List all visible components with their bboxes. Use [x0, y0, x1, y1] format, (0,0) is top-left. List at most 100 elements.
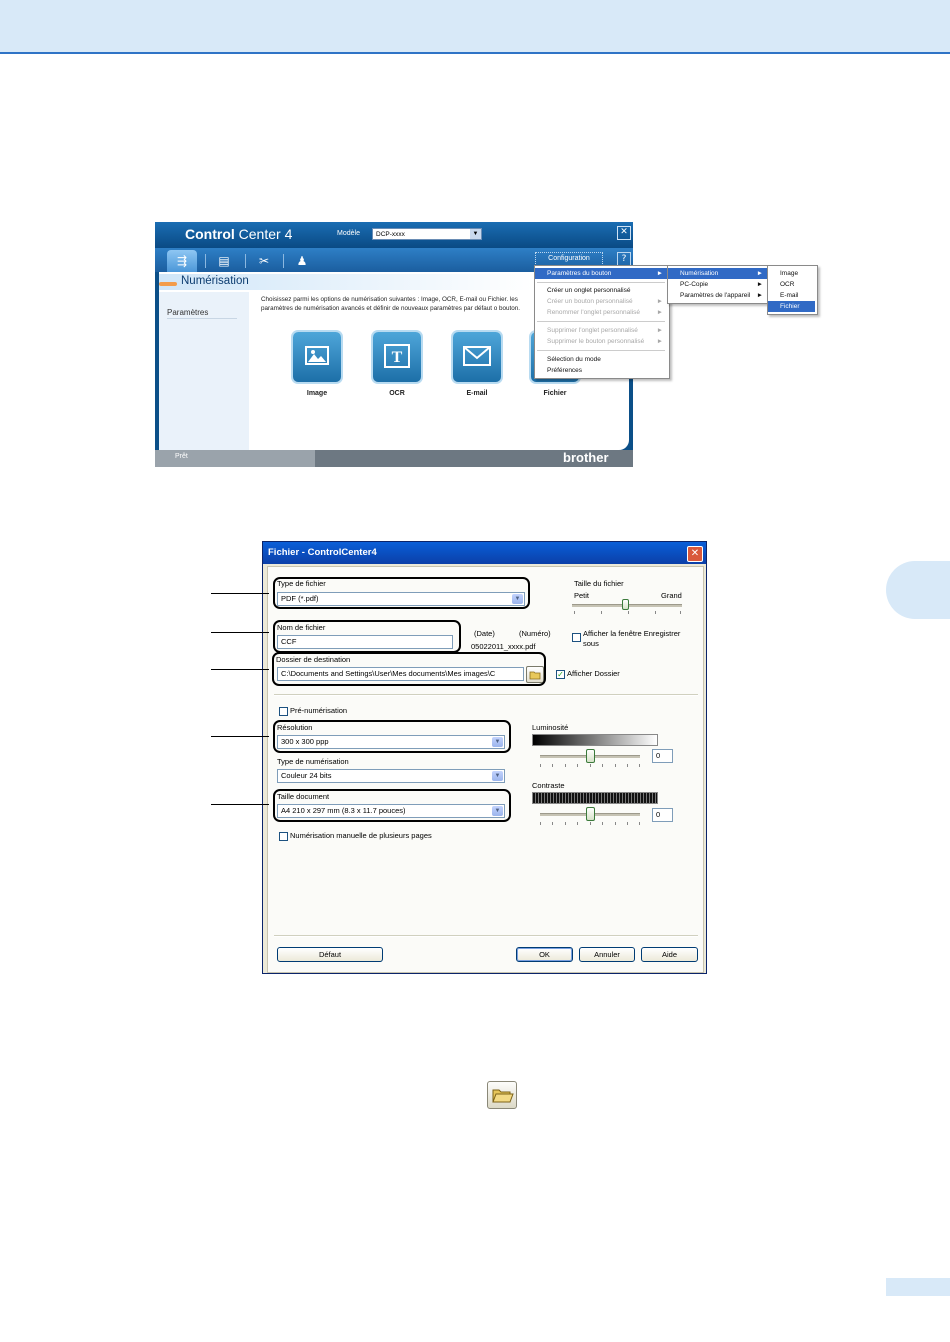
close-icon: ✕	[690, 548, 700, 559]
default-button[interactable]: Défaut	[277, 947, 383, 962]
menu-item-email[interactable]: E-mail	[768, 290, 815, 301]
tab-support[interactable]: ♟	[287, 250, 317, 272]
section-marker	[159, 282, 177, 286]
scan-ocr-button[interactable]: T	[373, 332, 421, 382]
help-button[interactable]: ?	[617, 252, 631, 266]
menu-separator	[537, 282, 665, 283]
button-divider	[274, 935, 698, 937]
show-folder-label: Afficher Dossier	[567, 669, 620, 678]
brightness-value-input[interactable]: 0	[652, 749, 673, 763]
page-number-tab	[886, 1278, 950, 1296]
model-label: Modèle	[337, 230, 360, 237]
contrast-slider[interactable]	[586, 807, 595, 821]
brightness-ticks	[540, 764, 640, 768]
close-button[interactable]: ✕	[687, 546, 703, 562]
callout-line	[211, 804, 269, 805]
folder-browse-icon	[492, 1089, 514, 1103]
scan-type-select[interactable]: Couleur 24 bits ▼	[277, 769, 505, 783]
menu-separator	[537, 350, 665, 351]
ok-button[interactable]: OK	[516, 947, 573, 962]
file-name-preview: 05022011_xxxx.pdf	[471, 642, 536, 651]
brand-logo: brother	[563, 450, 609, 465]
contrast-value-input[interactable]: 0	[652, 808, 673, 822]
menu-item-preferences[interactable]: Préférences	[535, 365, 667, 376]
menu-separator	[537, 321, 665, 322]
tab-divider	[245, 254, 246, 268]
close-button[interactable]: ✕	[617, 226, 631, 240]
file-size-slider[interactable]	[622, 599, 629, 610]
menu-item-file[interactable]: Fichier	[768, 301, 815, 312]
file-size-small-label: Petit	[574, 591, 590, 600]
menu-item-scan[interactable]: Numérisation ►	[668, 268, 767, 279]
menu-item-delete-tab[interactable]: Supprimer l'onglet personnalisé ►	[535, 325, 667, 336]
page-header-band	[0, 0, 950, 54]
file-size-ticks	[572, 611, 682, 615]
chevron-down-icon: ▼	[470, 229, 481, 239]
menu-item-rename-tab[interactable]: Renommer l'onglet personnalisé ►	[535, 307, 667, 318]
prescan-checkbox[interactable]	[279, 707, 288, 716]
tab-scan[interactable]: ⇶	[167, 250, 197, 272]
dialog-body: Type de fichier PDF (*.pdf) ▼ Taille du f…	[267, 566, 704, 973]
file-size-label: Taille du fichier	[574, 579, 624, 588]
brightness-label: Luminosité	[532, 723, 569, 732]
submenu-arrow-icon: ►	[756, 292, 763, 299]
date-label: (Date)	[474, 629, 495, 638]
person-icon: ♟	[296, 254, 308, 268]
brightness-slider[interactable]	[586, 749, 595, 763]
model-select[interactable]: DCP-xxxx ▼	[372, 228, 482, 240]
submenu-arrow-icon: ►	[656, 270, 663, 277]
folder-icon-illustration	[487, 1081, 517, 1109]
submenu-arrow-icon: ►	[656, 327, 663, 334]
help-button[interactable]: Aide	[641, 947, 698, 962]
tab-device-settings[interactable]: ✂	[249, 250, 279, 272]
submenu-arrow-icon: ►	[756, 281, 763, 288]
scanner-icon: ⇶	[176, 254, 188, 268]
menu-item-ocr[interactable]: OCR	[768, 279, 815, 290]
file-size-large-label: Grand	[661, 591, 682, 600]
submenu-arrow-icon: ►	[656, 298, 663, 305]
manual-multipage-label: Numérisation manuelle de plusieurs pages	[290, 831, 432, 840]
contrast-ticks	[540, 822, 640, 826]
callout-highlight	[272, 652, 546, 686]
menu-item-pc-copy[interactable]: PC-Copie ►	[668, 279, 767, 290]
show-save-as-checkbox[interactable]	[572, 633, 581, 642]
cancel-button[interactable]: Annuler	[579, 947, 635, 962]
scan-email-button[interactable]	[453, 332, 501, 382]
scan-image-button[interactable]	[293, 332, 341, 382]
file-settings-dialog: Fichier - ControlCenter4 ✕ Type de fichi…	[262, 541, 707, 974]
menu-item-device-settings[interactable]: Paramètres de l'appareil ►	[668, 290, 767, 301]
tab-pc-copy[interactable]: ▤	[209, 250, 239, 272]
title-bar: Control Center 4 Modèle DCP-xxxx ▼ ✕	[155, 222, 633, 248]
scan-email-label: E-mail	[466, 390, 488, 397]
document-icon: ▤	[218, 254, 230, 268]
image-icon	[305, 346, 329, 365]
menu-item-button-settings[interactable]: Paramètres du bouton ►	[535, 268, 667, 279]
callout-highlight	[273, 720, 511, 753]
menu-item-delete-button[interactable]: Supprimer le bouton personnalisé ►	[535, 336, 667, 347]
scan-submenu: Image OCR E-mail Fichier	[767, 265, 818, 315]
callout-highlight	[273, 789, 511, 822]
menu-item-image[interactable]: Image	[768, 268, 815, 279]
manual-multipage-checkbox[interactable]	[279, 832, 288, 841]
show-folder-checkbox[interactable]: ✓	[556, 670, 565, 679]
callout-line	[211, 593, 269, 594]
sidebar-item-parametres[interactable]: Paramètres	[167, 308, 208, 317]
divider	[167, 318, 237, 319]
dialog-title: Fichier - ControlCenter4	[268, 547, 377, 558]
prescan-label: Pré-numérisation	[290, 706, 348, 715]
callout-highlight	[273, 620, 461, 653]
menu-item-mode-selection[interactable]: Sélection du mode	[535, 354, 667, 365]
submenu-arrow-icon: ►	[656, 309, 663, 316]
configuration-menu: Paramètres du bouton ► Créer un onglet pe…	[534, 265, 670, 379]
menu-item-create-button[interactable]: Créer un bouton personnalisé ►	[535, 296, 667, 307]
menu-item-create-tab[interactable]: Créer un onglet personnalisé	[535, 285, 667, 296]
show-save-as-label: Afficher la fenêtre Enregistrer	[583, 629, 681, 638]
section-title: Numérisation	[181, 275, 249, 287]
description-text: Choisissez parmi les options de numérisa…	[261, 296, 521, 312]
submenu-arrow-icon: ►	[656, 338, 663, 345]
tab-divider	[205, 254, 206, 268]
configuration-button[interactable]: Configuration	[535, 252, 603, 266]
tools-icon: ✂	[258, 254, 270, 268]
ocr-icon: T	[384, 344, 410, 368]
brightness-gradient	[532, 734, 658, 746]
